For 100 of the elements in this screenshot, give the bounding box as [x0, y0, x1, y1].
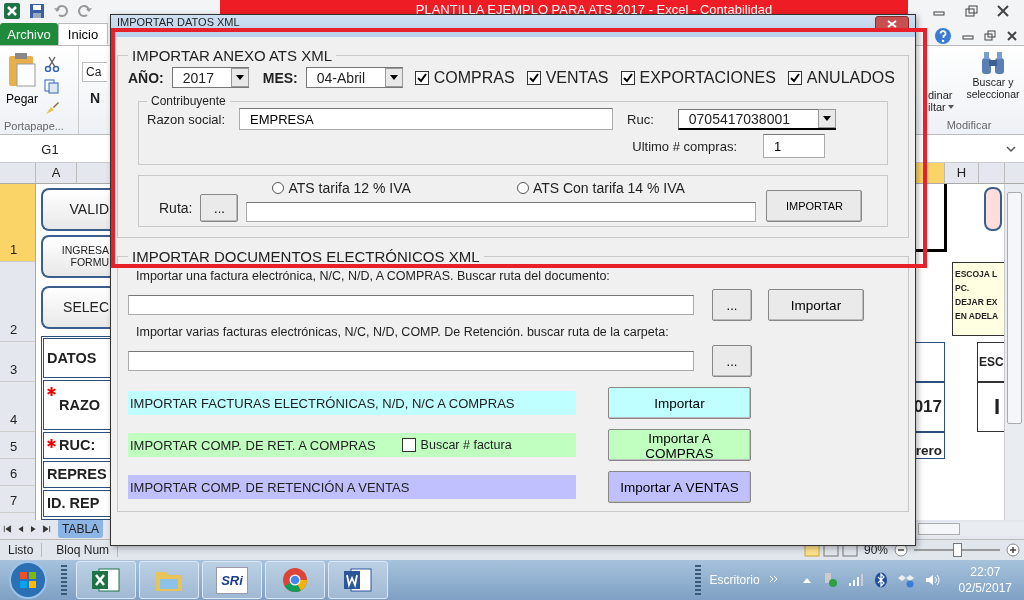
folder-path-field[interactable] — [128, 351, 694, 371]
import-button[interactable]: Importar A COMPRAS — [608, 429, 751, 461]
horizontal-scrollbar[interactable] — [914, 522, 1024, 537]
table-cell-text: REPRES — [47, 466, 107, 482]
caret-icon — [235, 75, 244, 80]
chevron-icon[interactable] — [768, 575, 779, 585]
taskbar-app[interactable] — [76, 561, 136, 599]
name-box[interactable]: G1 — [0, 141, 100, 157]
font-field[interactable]: Ca — [82, 62, 108, 83]
note-box: ESCOJA L PC. DEJAR EX EN ADELA — [952, 261, 1004, 336]
count-field[interactable]: 1 — [763, 134, 825, 158]
row-header[interactable]: 2 — [0, 261, 35, 342]
row-header[interactable]: 1 — [0, 183, 35, 262]
row-header[interactable]: 3 — [0, 341, 35, 382]
instruction-text: Importar varias facturas electrónicas, N/C, N/D, COMP. De Retención. buscar ruta de la carpeta: — [135, 324, 670, 341]
group-title: IMPORTAR DOCUMENTOS ELECTRÓNICOS XML — [131, 248, 481, 265]
paste-button[interactable]: Pegar — [4, 50, 41, 117]
ribbon-tab[interactable]: Inicio — [58, 23, 108, 46]
import-button[interactable]: IMPORTAR — [766, 190, 863, 222]
group-title: IMPORTAR ANEXO ATS XML — [131, 47, 334, 64]
scissors-icon[interactable] — [44, 56, 61, 73]
sheet-button[interactable]: SELEC — [41, 285, 111, 329]
taskbar-app[interactable] — [265, 561, 325, 599]
name-field[interactable]: EMPRESA — [239, 108, 614, 130]
check-icon — [789, 72, 800, 83]
taskbar-app[interactable]: SRi — [202, 561, 262, 599]
zoom-in-icon[interactable] — [1006, 543, 1020, 558]
restore-icon[interactable] — [964, 3, 978, 18]
action-label: IMPORTAR COMP. DE RET. A COMPRAS Buscar # factura — [128, 433, 576, 457]
field-label: AÑO: — [128, 69, 164, 86]
clipboard-icon — [7, 52, 37, 89]
ruc-dropdown[interactable]: 0705417038001 — [677, 108, 836, 130]
find-button[interactable]: Buscar y seleccionar — [962, 46, 1024, 120]
save-icon[interactable] — [29, 2, 45, 19]
field-label: Ruta: — [159, 200, 193, 216]
import-button[interactable]: Importar A VENTAS — [608, 471, 751, 503]
dialog-title: IMPORTAR DATOS XML — [117, 16, 240, 28]
checkbox[interactable]: EXPORTACIONES — [620, 68, 776, 87]
vertical-scrollbar[interactable] — [1004, 183, 1024, 520]
month-dropdown[interactable]: 04-Abril — [305, 67, 403, 88]
checkbox[interactable]: COMPRAS — [414, 68, 515, 87]
help-icon[interactable] — [934, 27, 952, 46]
sheet-tab[interactable]: TABLA — [58, 520, 104, 539]
import-button[interactable]: Importar — [608, 387, 751, 419]
column-header[interactable]: H — [945, 163, 979, 183]
field-label: Razon social: — [147, 111, 226, 127]
row-header[interactable]: 5 — [0, 431, 35, 459]
browse-button[interactable]: ... — [712, 345, 752, 377]
year-dropdown[interactable]: 2017 — [171, 67, 249, 88]
checkbox[interactable]: ANULADOS — [787, 68, 895, 87]
table-cell-text: RUC: — [59, 437, 96, 453]
checkbox[interactable]: VENTAS — [526, 68, 609, 87]
row-header[interactable]: 7 — [0, 485, 35, 513]
row-header[interactable]: 6 — [0, 458, 35, 486]
bluetooth-icon[interactable] — [873, 572, 888, 588]
sync-icon[interactable] — [897, 572, 914, 588]
window-title: PLANTILLA EJEMPLO PARA ATS 2017 - Excel - Contabilidad — [414, 2, 773, 17]
redo-icon[interactable] — [77, 2, 93, 19]
import-button[interactable]: Importar — [768, 289, 864, 321]
view-icons[interactable] — [803, 543, 858, 558]
close-icon[interactable] — [996, 3, 1010, 18]
field-label: MES: — [262, 69, 298, 86]
ribbon-tab[interactable]: Archivo — [0, 23, 58, 46]
sort-button[interactable]: dinar iltar — [928, 46, 958, 120]
check-icon — [622, 72, 633, 83]
group-title: Contribuyente — [150, 94, 227, 108]
check-icon — [416, 72, 427, 83]
start-button[interactable] — [8, 560, 48, 600]
sheet-button[interactable]: INGRESA FORMU — [41, 234, 111, 278]
group-label: Modificar — [946, 119, 992, 132]
caret-icon — [389, 75, 398, 80]
taskbar-app[interactable] — [328, 561, 388, 599]
checkbox[interactable]: Buscar # factura — [401, 438, 512, 452]
close-icon — [887, 20, 897, 28]
browse-button[interactable]: ... — [200, 194, 239, 222]
path-field[interactable] — [246, 202, 757, 222]
speaker-icon[interactable] — [923, 572, 940, 588]
document-icon — [343, 566, 373, 594]
field-label: Ruc: — [627, 111, 654, 127]
radio-button[interactable]: ATS Con tarifa 14 % IVA — [516, 180, 685, 196]
table-cell-text: RAZO — [59, 396, 101, 413]
close-icon[interactable] — [1006, 30, 1018, 43]
caret-icon[interactable] — [801, 576, 812, 584]
copy-icon[interactable] — [44, 78, 61, 95]
radio-button[interactable]: ATS tarifa 12 % IVA — [272, 180, 411, 196]
file-path-field[interactable] — [128, 295, 694, 315]
action-label: IMPORTAR COMP. DE RETENCIÓN A VENTAS — [128, 475, 576, 499]
sheet-button[interactable] — [984, 186, 1002, 231]
browse-button[interactable]: ... — [712, 289, 752, 321]
bold-button[interactable]: N — [82, 90, 108, 107]
table-cell-text: DATOS — [47, 349, 97, 366]
column-header[interactable]: A — [36, 163, 77, 183]
row-header[interactable]: 4 — [0, 381, 35, 432]
instruction-text: Importar una factura electrónica, N/C, N/D, A COMPRAS. Buscar ruta del documento: — [135, 268, 611, 285]
undo-icon[interactable] — [53, 2, 69, 19]
sheet-button[interactable]: VALID — [41, 187, 111, 231]
signal-icon[interactable] — [847, 573, 864, 587]
restore-icon[interactable] — [984, 30, 996, 43]
zoom-slider[interactable] — [914, 543, 1000, 558]
expand-icon[interactable] — [1006, 145, 1016, 154]
